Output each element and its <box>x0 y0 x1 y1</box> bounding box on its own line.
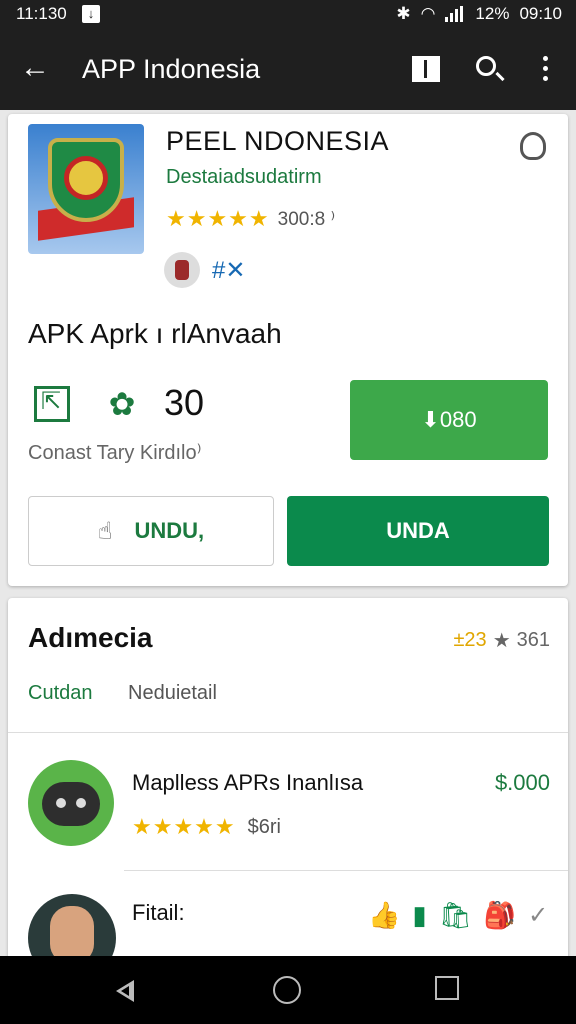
content-rating-icon <box>164 252 200 288</box>
app-avatar <box>28 760 114 846</box>
open-button[interactable]: UNDA <box>287 496 549 566</box>
hand-icon: ☝ <box>97 517 113 545</box>
wifi-icon: ◠ <box>420 4 436 23</box>
battery-label: 12% <box>475 4 510 23</box>
library-icon[interactable] <box>406 50 446 90</box>
stats-subtext: Conast Tary Kirdılo⁾ <box>28 442 202 464</box>
developer-link[interactable]: Destaiadsudatirm <box>166 166 322 189</box>
back-arrow-icon[interactable]: ← <box>20 50 50 86</box>
status-bar: 11:130 ↓ ✱ ◠ 12% 09:10 <box>0 0 576 30</box>
nav-home-icon[interactable] <box>273 976 301 1004</box>
app-tags: #✕ <box>212 257 246 284</box>
check-icon[interactable]: ✓ <box>528 901 548 930</box>
list-item-count: $6ri <box>247 815 281 838</box>
app-icon <box>28 124 144 254</box>
thumbs-up-icon[interactable]: 👍 <box>368 900 400 930</box>
nav-back-icon[interactable] <box>112 976 142 1006</box>
bluetooth-icon: ✱ <box>396 4 411 23</box>
related-title: Adımecia <box>28 622 153 653</box>
divider <box>124 870 568 871</box>
uninstall-button[interactable]: ☝ UNDU, <box>28 496 274 566</box>
install-icon <box>34 386 70 422</box>
uninstall-button-label: UNDU, <box>134 518 205 543</box>
list-item-rating: ★★★★★ $6ri <box>132 814 281 840</box>
related-rating-count: 361 <box>516 629 550 651</box>
app-detail-card: PEEL NDONESIA Destaiadsudatirm ★★★★★ 300… <box>8 114 568 586</box>
list-item-title: Fitail: <box>132 900 185 925</box>
tab-details[interactable]: Neduietail <box>128 682 217 705</box>
list-item-stars: ★★★★★ <box>132 814 236 839</box>
rating-stars: ★★★★★ <box>166 206 270 231</box>
more-options-icon[interactable] <box>526 50 566 90</box>
divider <box>8 732 568 733</box>
related-card: Adımecia ±23 ★ 361 Cutdan Neduietail Map… <box>8 598 568 982</box>
bar-icon[interactable]: ▮ <box>412 900 426 930</box>
backpack-icon[interactable]: 🎒 <box>484 900 516 930</box>
status-right: ✱ ◠ 12% 09:10 <box>396 4 562 24</box>
related-rating: ±23 ★ 361 <box>453 628 550 653</box>
price-button[interactable]: ⬇080 <box>350 380 548 460</box>
section-title: APK Aprk ı rlAnvaah <box>28 318 282 349</box>
tab-active[interactable]: Cutdan <box>28 682 93 705</box>
related-rating-value: ±23 <box>453 629 487 651</box>
list-item-title: Maplless APRs Inanlısa <box>132 770 364 795</box>
download-count: 30 <box>164 382 205 423</box>
navigation-bar <box>0 956 576 1024</box>
rating-count: 300:8 ⁾ <box>277 208 336 230</box>
app-rating: ★★★★★ 300:8 ⁾ <box>166 206 335 232</box>
status-time: 11:130 <box>16 4 67 23</box>
bag-icon[interactable]: 🛍 <box>439 900 472 930</box>
nav-recents-icon[interactable] <box>435 976 459 1000</box>
category-icon: ✿ <box>108 386 136 422</box>
status-time-right: 09:10 <box>519 4 562 23</box>
related-rating-star: ★ <box>492 630 511 652</box>
app-bar-title: APP Indonesia <box>82 54 261 84</box>
wishlist-icon[interactable] <box>520 132 546 160</box>
app-title: PEEL NDONESIA <box>166 126 390 156</box>
list-item-price: $.000 <box>494 770 550 795</box>
app-bar: ← APP Indonesia <box>0 30 576 110</box>
search-icon[interactable] <box>470 50 510 90</box>
download-icon: ↓ <box>82 5 100 23</box>
signal-icon <box>445 6 465 22</box>
list-item-actions: 👍 ▮ 🛍 🎒 ✓ <box>368 900 548 930</box>
